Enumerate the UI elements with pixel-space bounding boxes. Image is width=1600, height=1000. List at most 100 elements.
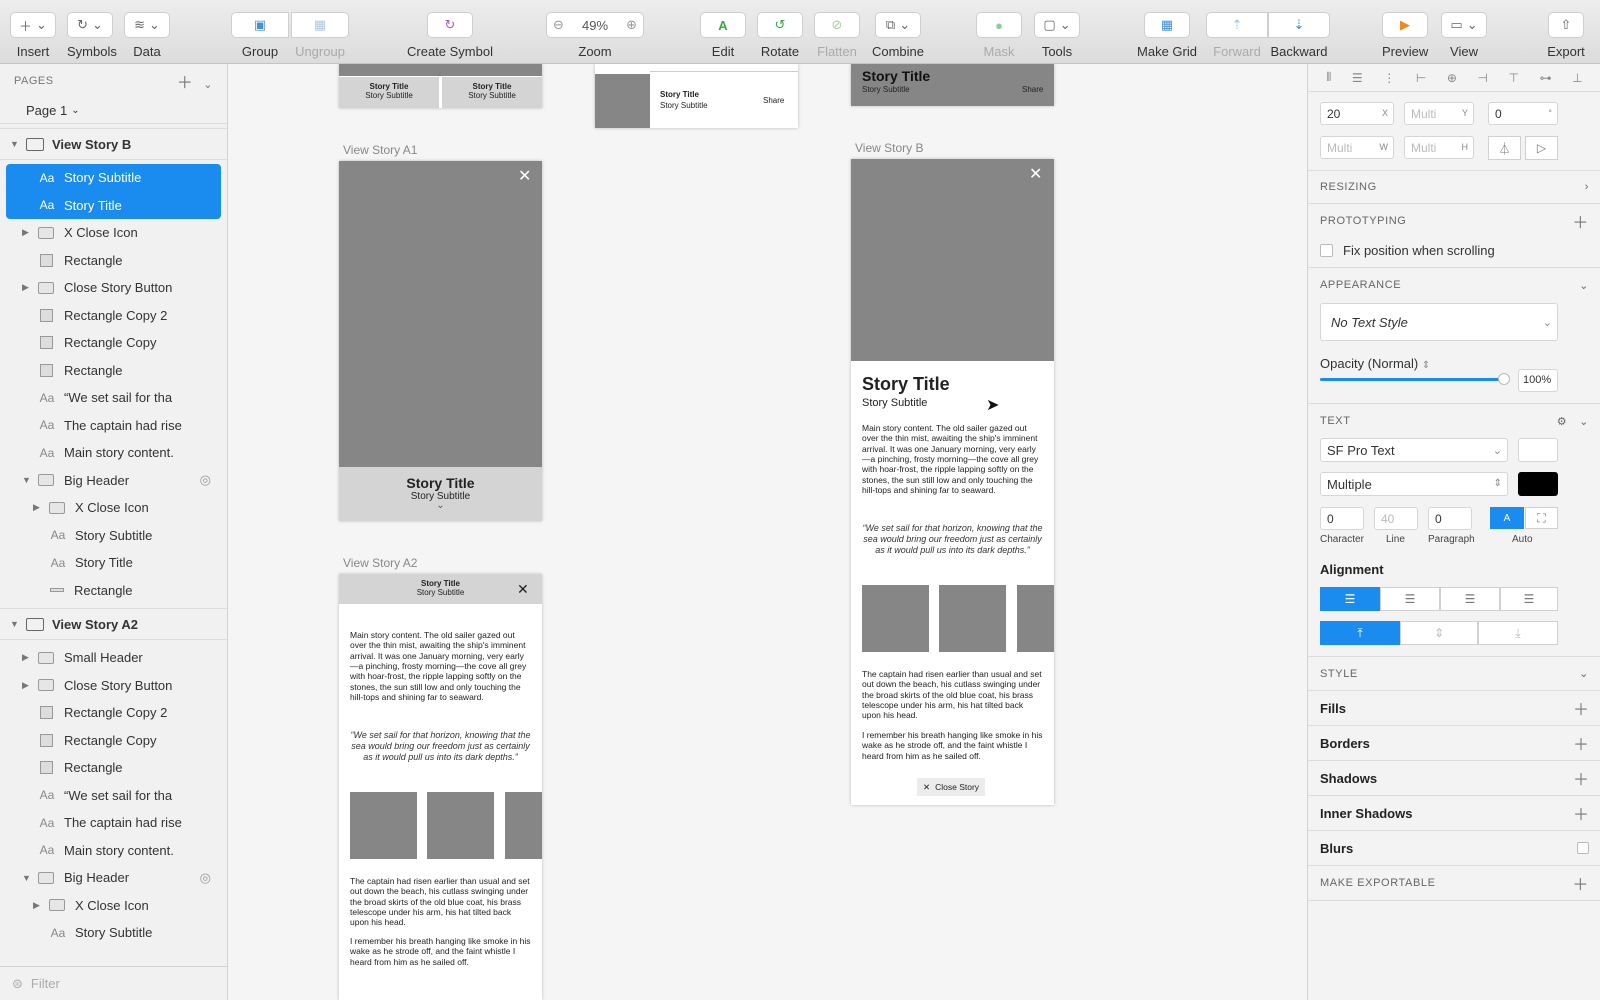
- layer-row[interactable]: ▼ Big Header ◎: [0, 864, 227, 892]
- align-right-icon[interactable]: ⊣: [1478, 71, 1488, 85]
- artboard-view-story-b[interactable]: ✕ Story Title Story Subtitle ➤ Main stor…: [851, 159, 1054, 805]
- layer-row[interactable]: ▶ Small Header: [0, 644, 227, 672]
- align-text-left-button[interactable]: ☰: [1320, 587, 1380, 611]
- disclosure-triangle-icon[interactable]: ▶: [22, 282, 29, 293]
- chevron-down-icon[interactable]: ⌄: [1579, 416, 1589, 428]
- filter-input[interactable]: Filter: [31, 976, 60, 991]
- layer-row[interactable]: Aa Story Title: [0, 549, 227, 577]
- font-weight-select[interactable]: Multiple ⇕: [1320, 472, 1508, 496]
- align-text-justify-button[interactable]: ☰: [1500, 587, 1558, 611]
- disclosure-triangle-icon[interactable]: ▼: [22, 475, 31, 485]
- disclosure-triangle-icon[interactable]: ▼: [10, 619, 19, 629]
- layer-row[interactable]: Rectangle Copy 2: [0, 302, 227, 330]
- appearance-section[interactable]: APPEARANCE ⌄: [1308, 268, 1600, 302]
- disclosure-triangle-icon[interactable]: ▶: [33, 502, 40, 513]
- mask-button[interactable]: ● Mask: [976, 12, 1022, 59]
- align-text-center-button[interactable]: ☰: [1380, 587, 1440, 611]
- share-link[interactable]: Share: [1022, 85, 1043, 94]
- auto-width-button[interactable]: A: [1490, 507, 1524, 529]
- plus-icon[interactable]: ＋: [1573, 766, 1589, 790]
- artboard-layer[interactable]: ▼ View Story B: [0, 128, 227, 160]
- layer-row[interactable]: Aa Main story content.: [0, 837, 227, 865]
- close-icon[interactable]: ✕: [1029, 167, 1042, 183]
- height-field[interactable]: Multi H: [1404, 136, 1474, 159]
- text-color-swatch[interactable]: [1518, 472, 1558, 496]
- align-top-button[interactable]: ⤒: [1320, 621, 1400, 645]
- plus-icon[interactable]: ＋: [1572, 209, 1589, 233]
- preview-button[interactable]: ▶ Preview: [1382, 12, 1428, 59]
- export-button[interactable]: ⇧ Export: [1543, 12, 1589, 59]
- layer-row[interactable]: ▶ Close Story Button: [0, 274, 227, 302]
- combine-button[interactable]: ⧉ ⌄ Combine: [868, 12, 928, 59]
- plus-icon[interactable]: ＋: [1573, 801, 1589, 825]
- flip-horizontal-button[interactable]: ⏃: [1488, 136, 1521, 160]
- layer-row[interactable]: Aa Story Title: [6, 191, 221, 219]
- gear-icon[interactable]: ⚙: [1557, 416, 1567, 428]
- opacity-field[interactable]: 100%: [1518, 369, 1558, 392]
- opacity-slider[interactable]: [1320, 373, 1510, 385]
- artboard-label-a2[interactable]: View Story A2: [343, 556, 417, 570]
- style-section[interactable]: STYLE ⌄: [1308, 657, 1600, 691]
- align-center-icon[interactable]: ⊕: [1447, 71, 1457, 85]
- group-button[interactable]: ▣ Group: [230, 12, 290, 59]
- resizing-section[interactable]: RESIZING ›: [1308, 170, 1600, 204]
- flatten-button[interactable]: ⊘ Flatten: [814, 12, 860, 59]
- font-size-field[interactable]: [1518, 438, 1558, 462]
- font-family-select[interactable]: SF Pro Text ⌄: [1320, 438, 1508, 462]
- layer-row[interactable]: Rectangle Copy: [0, 329, 227, 357]
- make-grid-button[interactable]: ▦ Make Grid: [1136, 12, 1198, 59]
- layer-row[interactable]: Aa Story Subtitle: [0, 522, 227, 550]
- zoom-in-icon[interactable]: ⊕: [626, 17, 637, 33]
- layer-row[interactable]: Rectangle: [0, 754, 227, 782]
- align-top-icon[interactable]: ⊤: [1509, 71, 1519, 85]
- character-spacing-field[interactable]: 0: [1320, 507, 1364, 530]
- layer-row[interactable]: ▶ X Close Icon: [0, 219, 227, 247]
- create-symbol-button[interactable]: ↻ Create Symbol: [400, 12, 500, 59]
- disclosure-triangle-icon[interactable]: ▶: [22, 680, 29, 691]
- disclosure-triangle-icon[interactable]: ▶: [22, 227, 29, 238]
- layer-row[interactable]: Aa “We set sail for tha: [0, 782, 227, 810]
- flip-vertical-button[interactable]: ▷: [1525, 136, 1558, 160]
- filter-bar[interactable]: ⊜ Filter: [0, 966, 227, 1000]
- close-icon[interactable]: ✕: [517, 581, 529, 598]
- canvas[interactable]: Story Title Story Subtitle Story Title Sto…: [228, 64, 1307, 1000]
- layer-row[interactable]: Rectangle: [0, 357, 227, 385]
- disclosure-triangle-icon[interactable]: ▼: [10, 139, 19, 149]
- layer-row[interactable]: ▶ X Close Icon: [0, 892, 227, 920]
- view-button[interactable]: ▭ ⌄ View: [1441, 12, 1487, 59]
- more-icon[interactable]: ⋮: [1383, 71, 1395, 85]
- edit-button[interactable]: A Edit: [700, 12, 746, 59]
- artboard-view-story-a2[interactable]: Story Title Story Subtitle ✕ Main story …: [339, 574, 542, 1000]
- rotation-field[interactable]: 0 °: [1488, 102, 1558, 125]
- layer-row[interactable]: Aa Main story content.: [0, 439, 227, 467]
- story-title[interactable]: Story Title: [862, 374, 950, 395]
- line-height-field[interactable]: 40: [1374, 507, 1418, 530]
- layer-row[interactable]: Rectangle Copy: [0, 727, 227, 755]
- x-field[interactable]: 20 X: [1320, 102, 1394, 125]
- page-selector[interactable]: Page 1 ⌄: [0, 98, 227, 124]
- checkbox-icon[interactable]: [1577, 842, 1589, 854]
- artboard-view-story-a1[interactable]: ✕ Story Title Story Subtitle ⌄: [339, 161, 542, 521]
- chevron-down-icon[interactable]: ⌄: [339, 501, 542, 511]
- paragraph-spacing-field[interactable]: 0: [1428, 507, 1472, 530]
- layer-row[interactable]: Aa Story Subtitle: [0, 919, 227, 947]
- hidden-eye-icon[interactable]: ◎: [200, 870, 211, 886]
- fix-position-checkbox[interactable]: Fix position when scrolling: [1320, 238, 1495, 262]
- artboard-top-right[interactable]: Story Title Story Subtitle Share: [851, 64, 1054, 106]
- insert-button[interactable]: ＋ ⌄ Insert: [10, 12, 56, 59]
- backward-button[interactable]: ⇣ Backward: [1268, 12, 1330, 59]
- close-icon[interactable]: ✕: [518, 169, 531, 185]
- layer-row[interactable]: Aa The captain had rise: [0, 809, 227, 837]
- layer-row[interactable]: ▶ X Close Icon: [0, 494, 227, 522]
- disclosure-triangle-icon[interactable]: ▼: [22, 873, 31, 883]
- layer-row[interactable]: Aa Story Subtitle: [6, 164, 221, 192]
- distribute-vertical-icon[interactable]: ☰: [1352, 71, 1363, 85]
- layer-row[interactable]: Aa The captain had rise: [0, 412, 227, 440]
- hidden-eye-icon[interactable]: ◎: [200, 472, 211, 488]
- y-field[interactable]: Multi Y: [1404, 102, 1474, 125]
- align-middle-icon[interactable]: ⊶: [1540, 71, 1552, 85]
- artboard-top-left[interactable]: Story Title Story Subtitle Story Title Sto…: [339, 64, 542, 108]
- stepper-icon[interactable]: ⇕: [1422, 360, 1430, 371]
- add-page-icon[interactable]: ＋: [177, 75, 194, 92]
- ungroup-button[interactable]: ▦ Ungroup: [290, 12, 350, 59]
